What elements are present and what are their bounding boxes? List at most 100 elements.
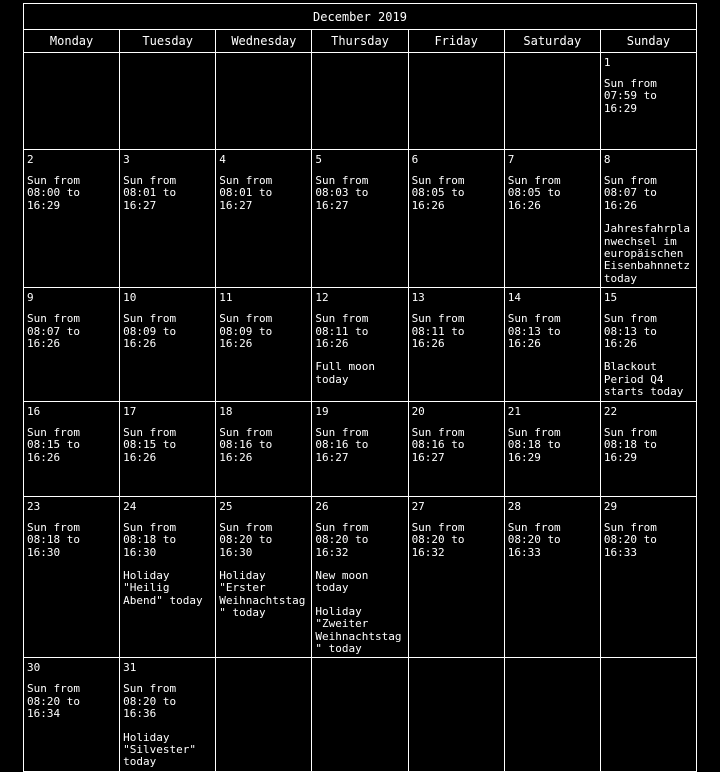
- day-cell-content: [409, 659, 503, 673]
- day-event[interactable]: Sun from 08:09 to 16:26: [123, 313, 213, 350]
- calendar-day-cell-empty[interactable]: [119, 52, 217, 150]
- day-event[interactable]: Sun from 08:03 to 16:27: [315, 174, 405, 212]
- calendar-day-cell-empty[interactable]: [503, 657, 601, 772]
- day-event[interactable]: Sun from 08:15 to 16:26: [123, 426, 213, 464]
- day-event[interactable]: Sun from 08:05 to 16:26: [412, 174, 502, 212]
- calendar-day-cell[interactable]: 4 Sun from 08:01 to 16:27: [215, 148, 313, 289]
- day-event[interactable]: Blackout Period Q4 starts today: [604, 361, 694, 398]
- calendar-day-cell[interactable]: 2 Sun from 08:00 to 16:29: [22, 148, 121, 289]
- day-number: 11: [219, 291, 233, 305]
- day-event[interactable]: Sun from 08:20 to 16:32: [315, 521, 405, 559]
- day-cell-content: [313, 54, 407, 69]
- calendar-day-cell[interactable]: 30 Sun from 08:20 to 16:34: [22, 657, 121, 772]
- calendar-day-cell-empty[interactable]: [407, 52, 505, 150]
- day-event[interactable]: Sun from 08:20 to 16:30: [219, 521, 309, 559]
- day-event[interactable]: Sun from 08:20 to 16:33: [604, 521, 694, 559]
- calendar-day-cell[interactable]: 12 Sun from 08:11 to 16:26 Full moon today: [311, 287, 409, 402]
- calendar-day-cell[interactable]: 10 Sun from 08:09 to 16:26: [119, 287, 217, 402]
- day-event[interactable]: Holiday "Zweiter Weihnachtstag" today: [315, 605, 405, 656]
- day-cell-content: 19 Sun from 08:16 to 16:27: [313, 402, 407, 466]
- calendar-day-cell[interactable]: 28 Sun from 08:20 to 16:33: [503, 495, 601, 659]
- day-event[interactable]: Sun from 08:20 to 16:36: [123, 683, 213, 720]
- calendar-day-cell[interactable]: 29 Sun from 08:20 to 16:33: [599, 495, 698, 659]
- calendar-day-cell[interactable]: 24 Sun from 08:18 to 16:30 Holiday "Heilig…: [119, 495, 217, 659]
- day-event[interactable]: Jahresfahrplanwechsel im europäischen Ei…: [604, 223, 694, 285]
- day-number: 25: [219, 499, 233, 513]
- day-event[interactable]: Sun from 08:13 to 16:26: [604, 313, 694, 350]
- day-event[interactable]: Sun from 08:20 to 16:32: [412, 521, 502, 559]
- day-cell-content: 18 Sun from 08:16 to 16:26: [217, 402, 311, 466]
- calendar-day-cell[interactable]: 3 Sun from 08:01 to 16:27: [119, 148, 217, 289]
- day-event[interactable]: Sun from 08:18 to 16:29: [604, 426, 694, 464]
- calendar-day-cell[interactable]: 31 Sun from 08:20 to 16:36 Holiday "Silves…: [119, 657, 217, 772]
- calendar-day-cell-empty[interactable]: [503, 52, 601, 150]
- day-event[interactable]: Sun from 08:07 to 16:26: [604, 174, 694, 212]
- calendar-day-cell[interactable]: 19 Sun from 08:16 to 16:27: [311, 400, 409, 497]
- calendar-day-cell[interactable]: 20 Sun from 08:16 to 16:27: [407, 400, 505, 497]
- day-event[interactable]: Sun from 08:11 to 16:26: [412, 313, 502, 350]
- day-event[interactable]: Full moon today: [315, 361, 405, 386]
- calendar-day-cell-empty[interactable]: [22, 52, 121, 150]
- day-event[interactable]: Sun from 08:11 to 16:26: [315, 313, 405, 350]
- day-number: 16: [27, 404, 41, 418]
- day-number: 8: [603, 153, 611, 166]
- day-number: 10: [123, 291, 137, 305]
- day-event[interactable]: New moon today: [315, 569, 405, 595]
- day-event[interactable]: Sun from 08:15 to 16:26: [27, 426, 117, 464]
- calendar-day-cell[interactable]: 15 Sun from 08:13 to 16:26 Blackout Period…: [599, 287, 698, 402]
- calendar-day-cell-empty[interactable]: [599, 657, 698, 772]
- day-number: 14: [507, 291, 521, 305]
- day-cell-content: 26 Sun from 08:20 to 16:32 New moon today H…: [313, 497, 407, 657]
- calendar-day-cell[interactable]: 6 Sun from 08:05 to 16:26: [407, 148, 505, 289]
- calendar-day-cell[interactable]: 22 Sun from 08:18 to 16:29: [599, 400, 698, 497]
- day-event[interactable]: Sun from 08:18 to 16:30: [123, 521, 213, 559]
- calendar-day-cell-empty[interactable]: [311, 52, 409, 150]
- day-event[interactable]: Sun from 08:16 to 16:27: [315, 426, 405, 464]
- day-event[interactable]: Sun from 08:05 to 16:26: [508, 174, 598, 212]
- calendar-day-cell[interactable]: 11 Sun from 08:09 to 16:26: [215, 287, 313, 402]
- day-event[interactable]: Sun from 08:13 to 16:26: [508, 313, 598, 350]
- calendar-day-cell-empty[interactable]: [407, 657, 505, 772]
- calendar-day-cell-empty[interactable]: [215, 657, 313, 772]
- day-event[interactable]: Holiday "Erster Weihnachtstag" today: [219, 569, 309, 620]
- calendar-day-cell-empty[interactable]: [311, 657, 409, 772]
- calendar-day-cell[interactable]: 1 Sun from 07:59 to 16:29: [599, 52, 698, 150]
- calendar-week-row: 23 Sun from 08:18 to 16:30 24 Sun from 08:1…: [22, 495, 698, 659]
- day-event[interactable]: Sun from 07:59 to 16:29: [604, 77, 694, 115]
- day-cell-content: 2 Sun from 08:00 to 16:29: [25, 151, 119, 215]
- day-cell-content: 29 Sun from 08:20 to 16:33: [601, 497, 695, 561]
- day-event[interactable]: Holiday "Heilig Abend" today: [123, 569, 213, 607]
- calendar-day-cell[interactable]: 21 Sun from 08:18 to 16:29: [503, 400, 601, 497]
- day-event[interactable]: Sun from 08:16 to 16:27: [412, 426, 502, 464]
- calendar-day-cell[interactable]: 23 Sun from 08:18 to 16:30: [22, 495, 121, 659]
- calendar-day-cell[interactable]: 25 Sun from 08:20 to 16:30 Holiday "Erster…: [215, 495, 313, 659]
- day-event[interactable]: Sun from 08:01 to 16:27: [123, 174, 213, 212]
- calendar-day-cell[interactable]: 5 Sun from 08:03 to 16:27: [311, 148, 409, 289]
- day-event[interactable]: Sun from 08:07 to 16:26: [27, 313, 117, 350]
- calendar-day-cell[interactable]: 27 Sun from 08:20 to 16:32: [407, 495, 505, 659]
- calendar-day-cell[interactable]: 13 Sun from 08:11 to 16:26: [407, 287, 505, 402]
- day-event[interactable]: Sun from 08:16 to 16:26: [219, 426, 309, 464]
- calendar-day-cell[interactable]: 26 Sun from 08:20 to 16:32 New moon today H…: [311, 495, 409, 659]
- calendar-day-cell[interactable]: 16 Sun from 08:15 to 16:26: [22, 400, 121, 497]
- calendar-day-cell-empty[interactable]: [215, 52, 313, 150]
- calendar-day-cell[interactable]: 8 Sun from 08:07 to 16:26 Jahresfahrplanwe…: [599, 148, 698, 289]
- calendar-day-cell[interactable]: 14 Sun from 08:13 to 16:26: [503, 287, 601, 402]
- day-event[interactable]: Sun from 08:18 to 16:29: [508, 426, 598, 464]
- day-number: 1: [603, 56, 611, 69]
- day-event[interactable]: Sun from 08:09 to 16:26: [219, 313, 309, 350]
- day-event[interactable]: Sun from 08:20 to 16:34: [27, 683, 117, 720]
- calendar-day-cell[interactable]: 9 Sun from 08:07 to 16:26: [22, 287, 121, 402]
- day-event[interactable]: Sun from 08:20 to 16:33: [508, 521, 598, 559]
- day-event[interactable]: Sun from 08:01 to 16:27: [219, 174, 309, 212]
- day-number: 30: [27, 661, 41, 675]
- day-event[interactable]: Sun from 08:00 to 16:29: [27, 174, 117, 212]
- day-number: 21: [507, 404, 521, 418]
- calendar-day-cell[interactable]: 17 Sun from 08:15 to 16:26: [119, 400, 217, 497]
- day-event[interactable]: Holiday "Silvester" today: [123, 731, 213, 769]
- day-number: 23: [27, 499, 41, 513]
- day-cell-content: [505, 659, 599, 673]
- day-event[interactable]: Sun from 08:18 to 16:30: [27, 521, 117, 559]
- calendar-day-cell[interactable]: 7 Sun from 08:05 to 16:26: [503, 148, 601, 289]
- calendar-day-cell[interactable]: 18 Sun from 08:16 to 16:26: [215, 400, 313, 497]
